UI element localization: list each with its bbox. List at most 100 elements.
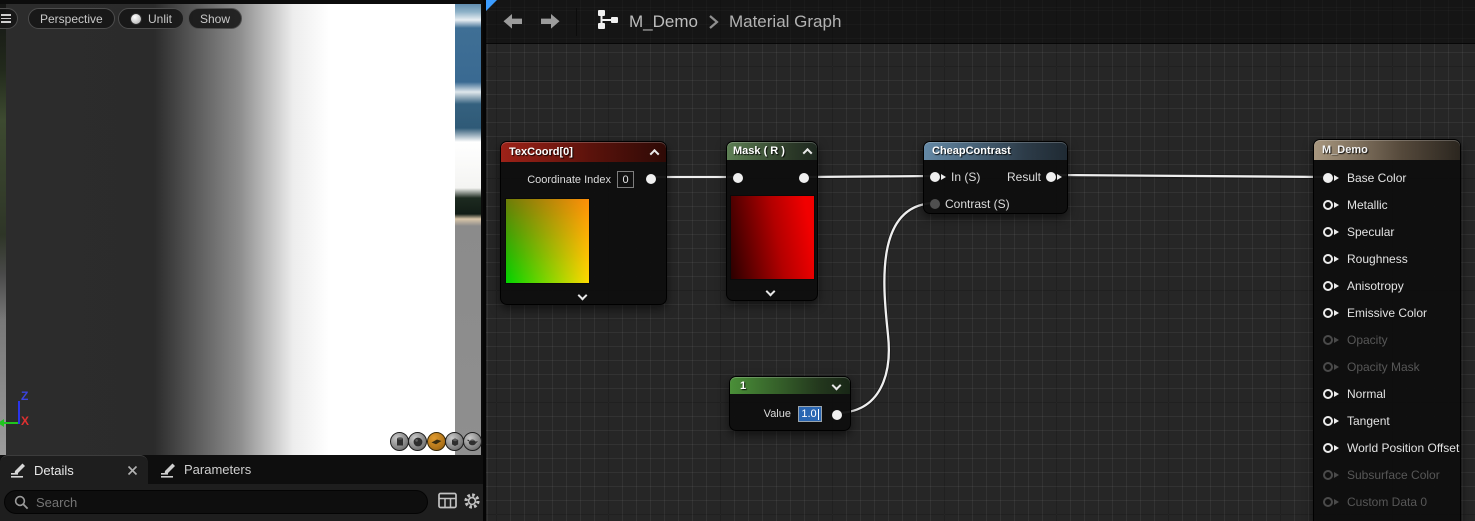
constant-value-field[interactable]: 1.0 [798,406,822,422]
header-separator [576,8,577,36]
breadcrumb-asset-name[interactable]: M_Demo [629,12,698,32]
wire-contrast-to-basecolor [1058,175,1330,177]
world-position-offset-pin[interactable] [1323,443,1339,453]
environment-background-left [0,0,6,455]
axis-x-label: X [21,414,29,428]
material-graph-icon [597,9,619,35]
axis-gizmo: Z X [0,388,40,433]
mask-input-pin[interactable] [733,173,743,183]
node-texcoord-titlebar[interactable]: TexCoord[0] [501,142,666,162]
mask-preview-swatch [730,195,815,280]
show-label: Show [200,12,230,26]
subsurface-color-pin [1323,470,1339,480]
preview-toggle-chevron-icon[interactable] [577,291,587,301]
lit-sphere-icon [130,13,142,25]
search-box[interactable] [4,490,428,514]
specular-pin[interactable] [1323,227,1339,237]
tab-details[interactable]: Details [0,455,148,484]
axis-z-label: Z [21,389,28,403]
preview-shape-plane-button[interactable] [427,432,446,451]
material-input-row[interactable]: Base Color [1314,164,1460,191]
material-input-row: Opacity [1314,326,1460,353]
axis-y-arrow [0,419,4,427]
base-color-pin[interactable] [1323,173,1339,183]
material-input-row: Custom Data 0 [1314,488,1460,515]
preview-shape-cylinder-button[interactable] [390,432,409,451]
node-material-output[interactable]: M_Demo Base Color Metallic Specular Roug… [1313,139,1461,521]
emissive-color-pin[interactable] [1323,308,1339,318]
material-preview-viewport[interactable]: Perspective Unlit Show Z X [0,0,483,455]
material-input-row[interactable]: Emissive Color [1314,299,1460,326]
material-input-row[interactable]: Normal [1314,380,1460,407]
search-input[interactable] [36,495,418,510]
breadcrumb-chevron-icon [708,14,719,30]
node-texcoord-title: TexCoord[0] [509,146,573,158]
details-panel: Details Parameters [0,455,483,521]
settings-button[interactable] [463,492,481,515]
cube-icon [449,436,461,448]
metallic-pin[interactable] [1323,200,1339,210]
opacity-mask-pin [1323,362,1339,372]
axis-z-line [18,401,20,424]
hamburger-icon [1,14,11,23]
tab-close-button[interactable] [127,465,138,476]
gear-icon [463,492,481,510]
node-constant[interactable]: 1 Value 1.0 [729,376,851,431]
unlit-label: Unlit [148,12,172,26]
graph-header: M_Demo Material Graph [486,0,1475,44]
node-cheapcontrast-title: CheapContrast [932,145,1011,157]
contrast-in-pin[interactable] [930,172,946,182]
tab-details-label: Details [34,463,119,478]
node-texcoord[interactable]: TexCoord[0] Coordinate Index 0 [500,141,667,305]
details-toolbar [0,484,483,521]
perspective-dropdown-button[interactable]: Perspective [28,8,115,29]
node-material-output-titlebar[interactable]: M_Demo [1314,140,1460,160]
node-constant-titlebar[interactable]: 1 [730,377,850,394]
node-cheapcontrast[interactable]: CheapContrast In (S) Result Contrast (S) [923,141,1068,214]
mask-output-pin[interactable] [799,173,809,183]
anisotropy-pin[interactable] [1323,281,1339,291]
constant-output-pin[interactable] [832,410,842,420]
opacity-pin [1323,335,1339,345]
expand-chevron-icon[interactable] [832,381,842,391]
preview-shape-cube-button[interactable] [445,432,464,451]
material-input-row[interactable]: Metallic [1314,191,1460,218]
tangent-pin[interactable] [1323,416,1339,426]
forward-button[interactable] [538,12,562,32]
material-input-row[interactable]: Roughness [1314,245,1460,272]
material-graph-canvas[interactable]: M_Demo Material Graph TexCoor [486,0,1475,521]
breadcrumb-page-name[interactable]: Material Graph [729,12,841,32]
viewport-top-edge [0,0,483,4]
back-button[interactable] [500,12,524,32]
node-mask[interactable]: Mask ( R ) [726,141,818,301]
node-mask-titlebar[interactable]: Mask ( R ) [727,142,817,160]
tab-parameters[interactable]: Parameters [150,455,261,484]
forward-arrow-icon [540,13,561,30]
display-options-button[interactable] [438,492,457,514]
material-input-row: Subsurface Color [1314,461,1460,488]
preview-shape-sphere-button[interactable] [408,432,427,451]
preview-shape-teapot-button[interactable] [463,432,482,451]
collapse-chevron-icon[interactable] [803,147,813,157]
show-dropdown-button[interactable]: Show [188,8,242,29]
view-mode-dropdown-button[interactable]: Unlit [118,8,184,29]
contrast-result-pin[interactable] [1046,172,1062,182]
preview-toggle-chevron-icon[interactable] [766,287,776,297]
normal-pin[interactable] [1323,389,1339,399]
collapse-chevron-icon[interactable] [650,148,660,158]
node-cheapcontrast-titlebar[interactable]: CheapContrast [924,142,1067,160]
coordinate-index-field[interactable]: 0 [617,171,634,188]
texcoord-output-pin[interactable] [646,174,656,184]
material-input-row[interactable]: Specular [1314,218,1460,245]
wire-mask-to-contrast [803,176,934,177]
search-icon [14,495,29,510]
roughness-pin[interactable] [1323,254,1339,264]
close-icon [127,465,138,476]
contrast-contrast-pin[interactable] [930,199,940,209]
material-editor-window: Perspective Unlit Show Z X [0,0,1475,521]
material-input-row[interactable]: World Position Offset [1314,434,1460,461]
active-panel-corner-marker [486,0,497,11]
coordinate-index-label: Coordinate Index [527,174,611,186]
material-input-row[interactable]: Tangent [1314,407,1460,434]
material-input-row[interactable]: Anisotropy [1314,272,1460,299]
